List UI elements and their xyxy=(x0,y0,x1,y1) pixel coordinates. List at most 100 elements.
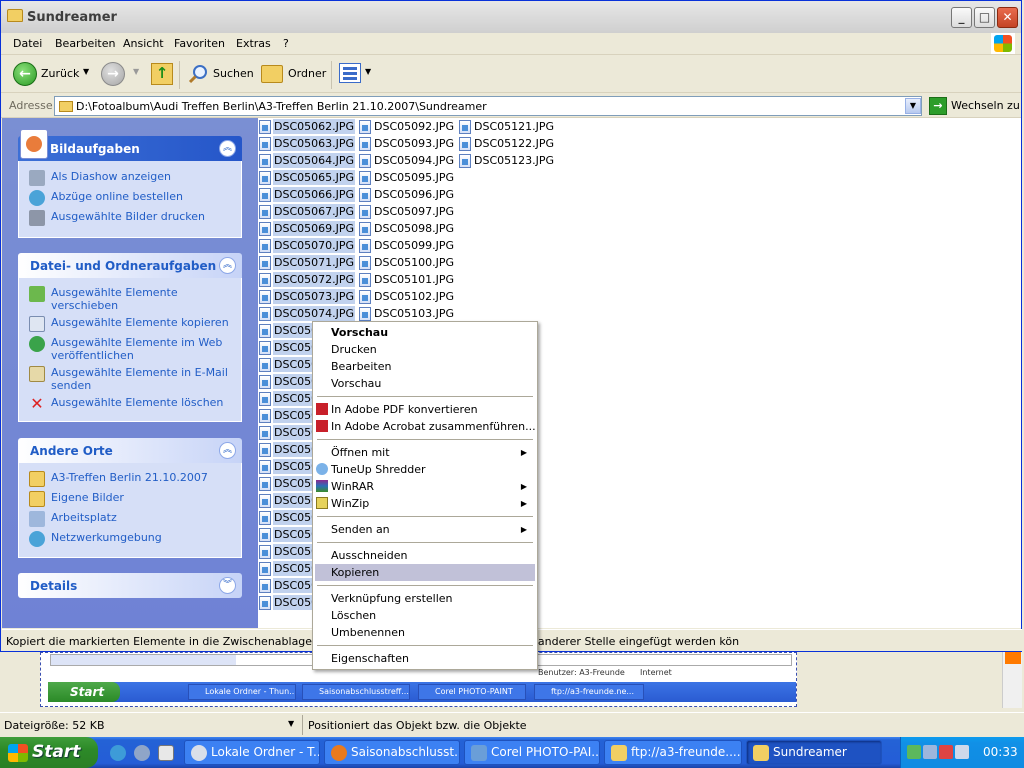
task-publish-web[interactable]: Ausgewählte Elemente im Web veröffentlic… xyxy=(29,336,229,362)
tray-icon[interactable] xyxy=(907,745,921,759)
place-my-computer[interactable]: Arbeitsplatz xyxy=(29,511,229,527)
file-item[interactable]: DSC05123.JPG xyxy=(459,152,555,169)
views-icon[interactable] xyxy=(339,63,361,83)
menu-convert-pdf[interactable]: In Adobe PDF konvertieren xyxy=(315,401,535,418)
menu-rename[interactable]: Umbenennen xyxy=(315,624,535,641)
close-button[interactable]: ✕ xyxy=(997,7,1018,28)
file-item[interactable]: DSC05073.JPG xyxy=(259,288,356,305)
back-dropdown-icon[interactable]: ▼ xyxy=(83,67,89,76)
file-item[interactable]: DSC05094.JPG xyxy=(359,152,455,169)
place-network[interactable]: Netzwerkumgebung xyxy=(29,531,229,547)
file-item[interactable]: DSC05098.JPG xyxy=(359,220,455,237)
task-ftp[interactable]: ftp://a3-freunde.... xyxy=(604,740,742,765)
menu-open-with[interactable]: Öffnen mit ▶ xyxy=(315,444,535,461)
file-item[interactable]: DSC05071.JPG xyxy=(259,254,356,271)
task-sundreamer[interactable]: Sundreamer xyxy=(746,740,882,765)
file-item[interactable]: DSC05063.JPG xyxy=(259,135,356,152)
task-print-pictures[interactable]: Ausgewählte Bilder drucken xyxy=(29,210,229,226)
file-item[interactable]: DSC05103.JPG xyxy=(359,305,455,322)
menu-shredder[interactable]: TuneUp Shredder xyxy=(315,461,535,478)
file-item[interactable]: DSC05101.JPG xyxy=(359,271,455,288)
back-arrow-icon[interactable]: ← xyxy=(13,62,37,86)
address-input[interactable]: D:\Fotoalbum\Audi Treffen Berlin\A3-Tref… xyxy=(54,96,922,116)
file-item[interactable]: DSC05065.JPG xyxy=(259,169,356,186)
file-item[interactable]: DSC05099.JPG xyxy=(359,237,455,254)
task-lokale-ordner[interactable]: Lokale Ordner - T... xyxy=(184,740,320,765)
task-delete[interactable]: ✕ Ausgewählte Elemente löschen xyxy=(29,396,229,412)
file-item[interactable]: DSC05096.JPG xyxy=(359,186,455,203)
title-bar[interactable]: Sundreamer _ □ ✕ xyxy=(1,1,1021,33)
file-item[interactable]: DSC050 xyxy=(259,458,320,475)
folders-icon[interactable] xyxy=(261,65,283,83)
search-button-label[interactable]: Suchen xyxy=(213,67,254,80)
menu-preview-default[interactable]: Vorschau xyxy=(315,324,535,341)
file-item[interactable]: DSC050 xyxy=(259,322,320,339)
menu-edit[interactable]: Bearbeiten xyxy=(315,358,535,375)
folders-button-label[interactable]: Ordner xyxy=(288,67,326,80)
menu-winrar[interactable]: WinRAR ▶ xyxy=(315,478,535,495)
back-button-label[interactable]: Zurück xyxy=(41,67,79,80)
menu-properties[interactable]: Eigenschaften xyxy=(315,650,535,667)
file-item[interactable]: DSC05122.JPG xyxy=(459,135,555,152)
file-item[interactable]: DSC05095.JPG xyxy=(359,169,455,186)
file-item[interactable]: DSC05092.JPG xyxy=(359,118,455,135)
go-arrow-icon[interactable]: → xyxy=(929,97,947,115)
maximize-button[interactable]: □ xyxy=(974,7,995,28)
place-my-pictures[interactable]: Eigene Bilder xyxy=(29,491,229,507)
file-item[interactable]: DSC050 xyxy=(259,356,320,373)
file-item[interactable]: DSC050 xyxy=(259,594,320,611)
file-tasks-header[interactable]: Datei- und Ordneraufgaben ︽ xyxy=(18,253,242,278)
file-item[interactable]: DSC05062.JPG xyxy=(259,118,356,135)
task-email[interactable]: Ausgewählte Elemente in E-Mail senden xyxy=(29,366,229,392)
info-dropdown-icon[interactable]: ▼ xyxy=(288,719,294,728)
task-copy[interactable]: Ausgewählte Elemente kopieren xyxy=(29,316,229,332)
file-item[interactable]: DSC050 xyxy=(259,424,320,441)
chevron-up-icon[interactable]: ︽ xyxy=(219,257,236,274)
chevron-down-icon[interactable]: ︾ xyxy=(219,577,236,594)
file-item[interactable]: DSC05097.JPG xyxy=(359,203,455,220)
address-dropdown-icon[interactable]: ▼ xyxy=(905,98,921,114)
menu-extras[interactable]: Extras xyxy=(236,37,271,50)
menu-preview[interactable]: Vorschau xyxy=(315,375,535,392)
start-button[interactable]: Start xyxy=(0,737,98,768)
menu-acrobat-merge[interactable]: In Adobe Acrobat zusammenführen... xyxy=(315,418,536,435)
security-tray-icon[interactable] xyxy=(939,745,953,759)
forward-arrow-icon[interactable]: → xyxy=(101,62,125,86)
task-slideshow[interactable]: Als Diashow anzeigen xyxy=(29,170,229,186)
task-corel[interactable]: Corel PHOTO-PAI... xyxy=(464,740,600,765)
file-item[interactable]: DSC050 xyxy=(259,339,320,356)
file-item[interactable]: DSC050 xyxy=(259,543,320,560)
file-item[interactable]: DSC05066.JPG xyxy=(259,186,356,203)
menu-copy[interactable]: Kopieren xyxy=(315,564,535,581)
menu-create-shortcut[interactable]: Verknüpfung erstellen xyxy=(315,590,535,607)
minimize-button[interactable]: _ xyxy=(951,7,972,28)
file-item[interactable]: DSC050 xyxy=(259,492,320,509)
settings-quicklaunch-icon[interactable] xyxy=(134,745,150,761)
network-tray-icon[interactable] xyxy=(923,745,937,759)
menu-print[interactable]: Drucken xyxy=(315,341,535,358)
file-item[interactable]: DSC050 xyxy=(259,560,320,577)
task-order-prints[interactable]: Abzüge online bestellen xyxy=(29,190,229,206)
task-move[interactable]: Ausgewählte Elemente verschieben xyxy=(29,286,229,312)
file-item[interactable]: DSC05070.JPG xyxy=(259,237,356,254)
file-item[interactable]: DSC050 xyxy=(259,390,320,407)
file-item[interactable]: DSC05067.JPG xyxy=(259,203,356,220)
menu-delete[interactable]: Löschen xyxy=(315,607,535,624)
file-item[interactable]: DSC050 xyxy=(259,407,320,424)
menu-cut[interactable]: Ausschneiden xyxy=(315,547,535,564)
forward-dropdown-icon[interactable]: ▼ xyxy=(133,67,139,76)
details-header[interactable]: Details ︾ xyxy=(18,573,242,598)
file-item[interactable]: DSC05074.JPG xyxy=(259,305,356,322)
chevron-up-icon[interactable]: ︽ xyxy=(219,140,236,157)
menu-datei[interactable]: Datei xyxy=(13,37,42,50)
views-dropdown-icon[interactable]: ▼ xyxy=(365,67,371,76)
file-item[interactable]: DSC050 xyxy=(259,373,320,390)
ie-quicklaunch-icon[interactable] xyxy=(110,745,126,761)
file-item[interactable]: DSC050 xyxy=(259,509,320,526)
chevron-up-icon[interactable]: ︽ xyxy=(219,442,236,459)
file-item[interactable]: DSC050 xyxy=(259,577,320,594)
menu-bearbeiten[interactable]: Bearbeiten xyxy=(55,37,115,50)
clock[interactable]: 00:33 xyxy=(983,745,1018,759)
file-item[interactable]: DSC05093.JPG xyxy=(359,135,455,152)
menu-send-to[interactable]: Senden an ▶ xyxy=(315,521,535,538)
